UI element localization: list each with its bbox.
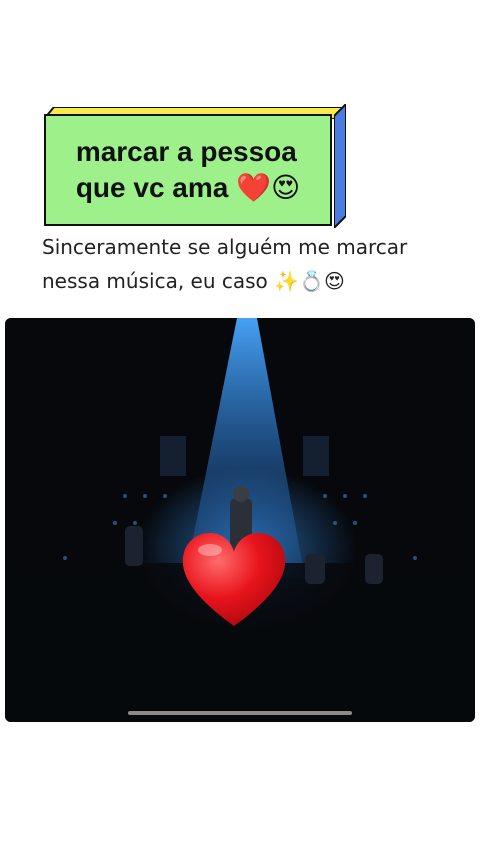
caption-emoji: ✨💍😍 [274, 269, 345, 293]
sticker-line-1: marcar a pessoa [75, 136, 297, 167]
sticker-side-face [333, 101, 347, 231]
caption-line-2: nessa música, eu caso [42, 269, 268, 293]
sticker-front-face: marcar a pessoa que vc ama ❤️😍 [44, 114, 332, 226]
video-player[interactable] [5, 318, 475, 722]
concert-scene [5, 318, 475, 722]
caption-line-1: Sinceramente se alguém me marcar [42, 235, 408, 259]
sticker-box: marcar a pessoa que vc ama ❤️😍 [41, 101, 349, 231]
sticker-emoji: ❤️😍 [236, 171, 301, 204]
video-progress-bar[interactable] [128, 711, 352, 715]
post-caption: Sinceramente se alguém me marcar nessa m… [42, 230, 462, 298]
sticker-line-2: que vc ama [75, 172, 229, 203]
